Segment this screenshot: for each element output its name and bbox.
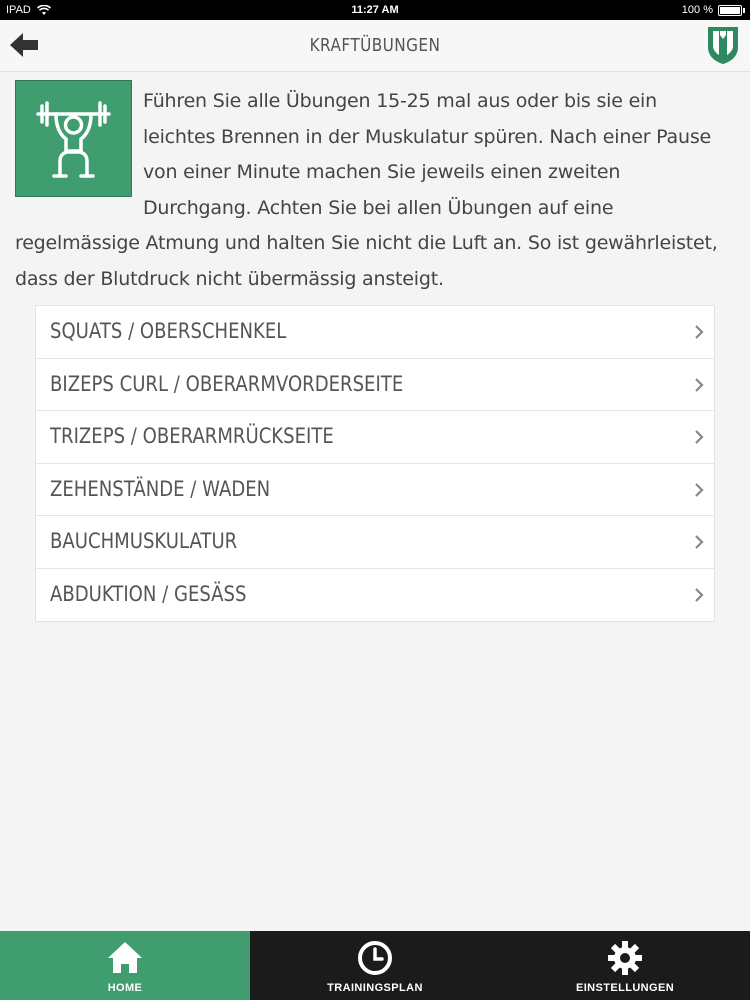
clock-icon bbox=[358, 941, 392, 975]
list-item[interactable]: BIZEPS CURL / OBERARMVORDERSEITE bbox=[36, 359, 714, 412]
list-item[interactable]: ZEHENSTÄNDE / WADEN bbox=[36, 464, 714, 517]
exercise-label: BAUCHMUSKULATUR bbox=[50, 529, 238, 554]
exercise-list: SQUATS / OBERSCHENKEL BIZEPS CURL / OBERA… bbox=[35, 305, 715, 622]
tab-trainingsplan[interactable]: TRAININGSPLAN bbox=[250, 931, 500, 1000]
arrow-left-icon bbox=[10, 33, 38, 57]
tab-label: TRAININGSPLAN bbox=[327, 982, 423, 994]
battery-icon bbox=[718, 4, 745, 16]
list-item[interactable]: SQUATS / OBERSCHENKEL bbox=[36, 306, 714, 359]
chevron-right-icon bbox=[695, 535, 704, 550]
chevron-right-icon bbox=[695, 483, 704, 497]
list-item[interactable]: BAUCHMUSKULATUR bbox=[36, 516, 714, 569]
list-item[interactable]: ABDUKTION / GESÄSS bbox=[36, 569, 714, 621]
chevron-right-icon bbox=[695, 430, 704, 444]
back-button[interactable] bbox=[8, 30, 40, 60]
tab-label: EINSTELLUNGEN bbox=[575, 982, 675, 994]
tab-bar: HOME TRAININGSPLAN EINSTELLUNGEN bbox=[0, 931, 750, 1000]
chevron-right-icon bbox=[695, 588, 704, 602]
exercise-label: TRIZEPS / OBERARMRÜCKSEITE bbox=[50, 424, 334, 449]
chevron-right-icon bbox=[695, 325, 704, 339]
status-right: 100 % bbox=[681, 4, 745, 16]
chevron-right-icon bbox=[695, 377, 704, 392]
status-time: 11:27 AM bbox=[351, 4, 399, 16]
exercise-label: BIZEPS CURL / OBERARMVORDERSEITE bbox=[50, 371, 404, 396]
tab-label: HOME bbox=[107, 982, 143, 994]
page-title: KRAFTÜBUNGEN bbox=[309, 35, 441, 56]
status-bar: IPAD 11:27 AM 100 % bbox=[0, 0, 750, 20]
navigation-bar: KRAFTÜBUNGEN bbox=[0, 20, 750, 72]
app-logo-icon bbox=[708, 27, 738, 64]
exercise-label: SQUATS / OBERSCHENKEL bbox=[50, 319, 287, 343]
intro-description: Führen Sie alle Übungen 15-25 mal aus od… bbox=[15, 84, 727, 297]
home-icon bbox=[108, 942, 142, 973]
battery-fill bbox=[720, 6, 740, 14]
tab-einstellungen[interactable]: EINSTELLUNGEN bbox=[500, 931, 750, 1000]
gear-icon bbox=[608, 941, 642, 975]
intro-icon-spacer bbox=[15, 84, 143, 226]
tab-home[interactable]: HOME bbox=[0, 931, 250, 1000]
battery-text: 100 % bbox=[681, 4, 713, 16]
list-item[interactable]: TRIZEPS / OBERARMRÜCKSEITE bbox=[36, 411, 714, 464]
exercise-label: ZEHENSTÄNDE / WADEN bbox=[50, 476, 271, 501]
exercise-label: ABDUKTION / GESÄSS bbox=[50, 581, 247, 606]
